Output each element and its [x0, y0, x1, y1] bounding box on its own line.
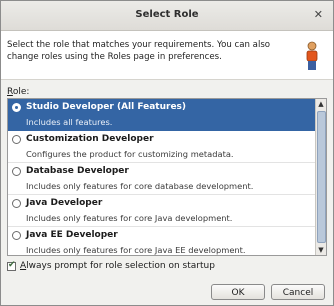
role-radio[interactable]: [12, 167, 21, 176]
ok-button[interactable]: OK: [211, 284, 265, 300]
role-description: Includes only features for core Java dev…: [26, 213, 233, 223]
role-title: Database Developer: [26, 166, 129, 176]
banner-text: Select the role that matches your requir…: [7, 40, 271, 62]
radio-selected-dot: [15, 106, 18, 109]
title-bar[interactable]: Select Role ✕: [1, 1, 333, 31]
role-item[interactable]: Database Developer Includes only features…: [8, 163, 315, 195]
role-item[interactable]: Java Developer Includes only features for…: [8, 195, 315, 227]
role-description: Includes only features for core Java EE …: [26, 245, 246, 255]
role-description: Includes all features.: [26, 117, 113, 127]
role-list-scrollbar[interactable]: ▲ ▼: [315, 99, 326, 255]
close-icon[interactable]: ✕: [314, 8, 323, 21]
role-title: Java EE Developer: [26, 230, 118, 240]
role-radio[interactable]: [12, 135, 21, 144]
role-title: Studio Developer (All Features): [26, 102, 187, 112]
role-radio[interactable]: [12, 231, 21, 240]
role-title: Customization Developer: [26, 134, 154, 144]
role-label: Role:: [7, 87, 29, 97]
always-prompt-checkbox[interactable]: ✔: [7, 260, 16, 271]
role-label-rest: ole:: [12, 87, 30, 97]
role-title: Java Developer: [26, 198, 103, 208]
select-role-dialog: Select Role ✕ Select the role that match…: [0, 0, 334, 306]
role-list[interactable]: Studio Developer (All Features) Includes …: [7, 98, 327, 256]
always-prompt-rest: lways prompt for role selection on start…: [26, 261, 215, 271]
role-radio[interactable]: [12, 103, 21, 112]
role-description: Includes only features for core database…: [26, 181, 254, 191]
role-items: Studio Developer (All Features) Includes …: [8, 99, 315, 255]
scroll-down-icon[interactable]: ▼: [317, 246, 325, 254]
scroll-up-icon[interactable]: ▲: [317, 100, 325, 108]
role-item[interactable]: Customization Developer Configures the pr…: [8, 131, 315, 163]
role-item[interactable]: Java EE Developer Includes only features …: [8, 227, 315, 255]
dialog-title: Select Role: [135, 9, 199, 20]
role-person-icon: [306, 41, 318, 70]
role-item[interactable]: Studio Developer (All Features) Includes …: [8, 99, 315, 131]
role-description: Configures the product for customizing m…: [26, 149, 234, 159]
cancel-button[interactable]: Cancel: [271, 284, 325, 300]
always-prompt-label[interactable]: Always prompt for role selection on star…: [20, 261, 215, 271]
description-banner: Select the role that matches your requir…: [1, 31, 333, 80]
checkmark-icon: ✔: [8, 260, 16, 270]
scroll-thumb[interactable]: [317, 111, 326, 243]
role-radio[interactable]: [12, 199, 21, 208]
